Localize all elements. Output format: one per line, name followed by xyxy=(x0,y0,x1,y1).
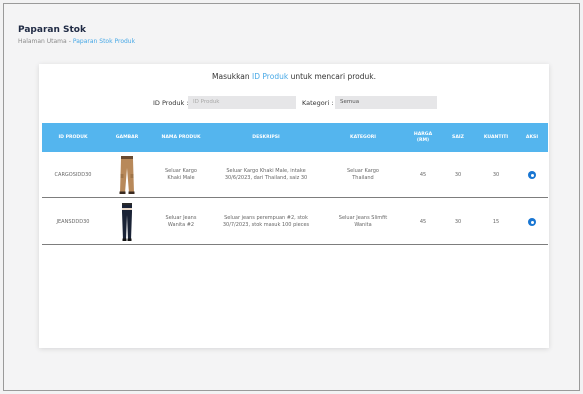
header-saiz: SAIZ xyxy=(452,134,464,140)
header-id-produk: ID PRODUK xyxy=(58,134,88,140)
action-cell xyxy=(516,152,548,198)
breadcrumb-current: Paparan Stok Produk xyxy=(72,38,136,45)
header-gambar: GAMBAR xyxy=(115,134,139,140)
header-deskripsi: DESKRIPSI xyxy=(252,134,280,140)
category-select[interactable]: Semua xyxy=(335,96,437,109)
product-description-cell: Seluar jeans perempuan #2, stok 30/7/202… xyxy=(222,215,310,228)
header-nama-produk: NAMA PRODUK xyxy=(161,134,201,140)
product-quantity-cell: 30 xyxy=(492,171,500,178)
action-cell xyxy=(516,199,548,245)
header-harga: HARGA (RM) xyxy=(413,131,433,143)
prompt-text-after: untuk mencari produk. xyxy=(290,72,376,81)
product-size-cell: 30 xyxy=(454,171,462,178)
product-name-cell: Seluar Jeans Wanita #2 xyxy=(165,215,197,228)
header-kuantiti: KUANTITI xyxy=(483,134,509,140)
product-id-label: ID Produk : xyxy=(153,99,189,107)
breadcrumb-home-link[interactable]: Halaman Utama xyxy=(18,38,67,45)
product-id-cell: JEANSDDD30 xyxy=(56,218,90,225)
product-category-cell: Seluar Kargo Thailand xyxy=(347,168,379,181)
stock-card: Masukkan ID Produk untuk mencari produk.… xyxy=(39,64,549,348)
product-id-cell: CARGOSIDD30 xyxy=(54,171,92,178)
product-price-cell: 45 xyxy=(419,218,427,225)
header-kategori: KATEGORI xyxy=(350,134,376,140)
dark-skinny-jeans-photo-icon xyxy=(104,199,150,245)
prompt-text-before: Masukkan xyxy=(212,72,250,81)
page-title: Paparan Stok xyxy=(18,25,86,35)
product-size-cell: 30 xyxy=(454,218,462,225)
product-description-cell: Seluar Kargo Khaki Male, intake 30/6/202… xyxy=(224,168,308,181)
eye-icon[interactable] xyxy=(528,218,536,226)
khaki-cargo-pants-photo-icon xyxy=(104,152,150,198)
table-row: CARGOSIDD30 Seluar Kargo Khaki Male Selu… xyxy=(42,152,548,198)
table-header: ID PRODUK GAMBAR NAMA PRODUK DESKRIPSI K… xyxy=(42,123,548,152)
product-id-input[interactable] xyxy=(188,96,296,109)
product-name-cell: Seluar Kargo Khaki Male xyxy=(165,168,197,181)
breadcrumb-separator: - xyxy=(68,38,71,45)
table-row: JEANSDDD30 Seluar Jeans Wanita #2 Seluar… xyxy=(42,199,548,245)
product-quantity-cell: 15 xyxy=(492,218,500,225)
product-price-cell: 45 xyxy=(419,171,427,178)
product-category-cell: Seluar Jeans Slimfit Wanita xyxy=(338,215,388,228)
prompt-highlight: ID Produk xyxy=(252,72,289,81)
search-prompt: Masukkan ID Produk untuk mencari produk. xyxy=(39,72,549,81)
category-label: Kategori : xyxy=(302,99,334,107)
eye-icon[interactable] xyxy=(528,171,536,179)
header-aksi: AKSI xyxy=(525,134,539,140)
breadcrumb: Halaman Utama - Paparan Stok Produk xyxy=(18,38,135,45)
